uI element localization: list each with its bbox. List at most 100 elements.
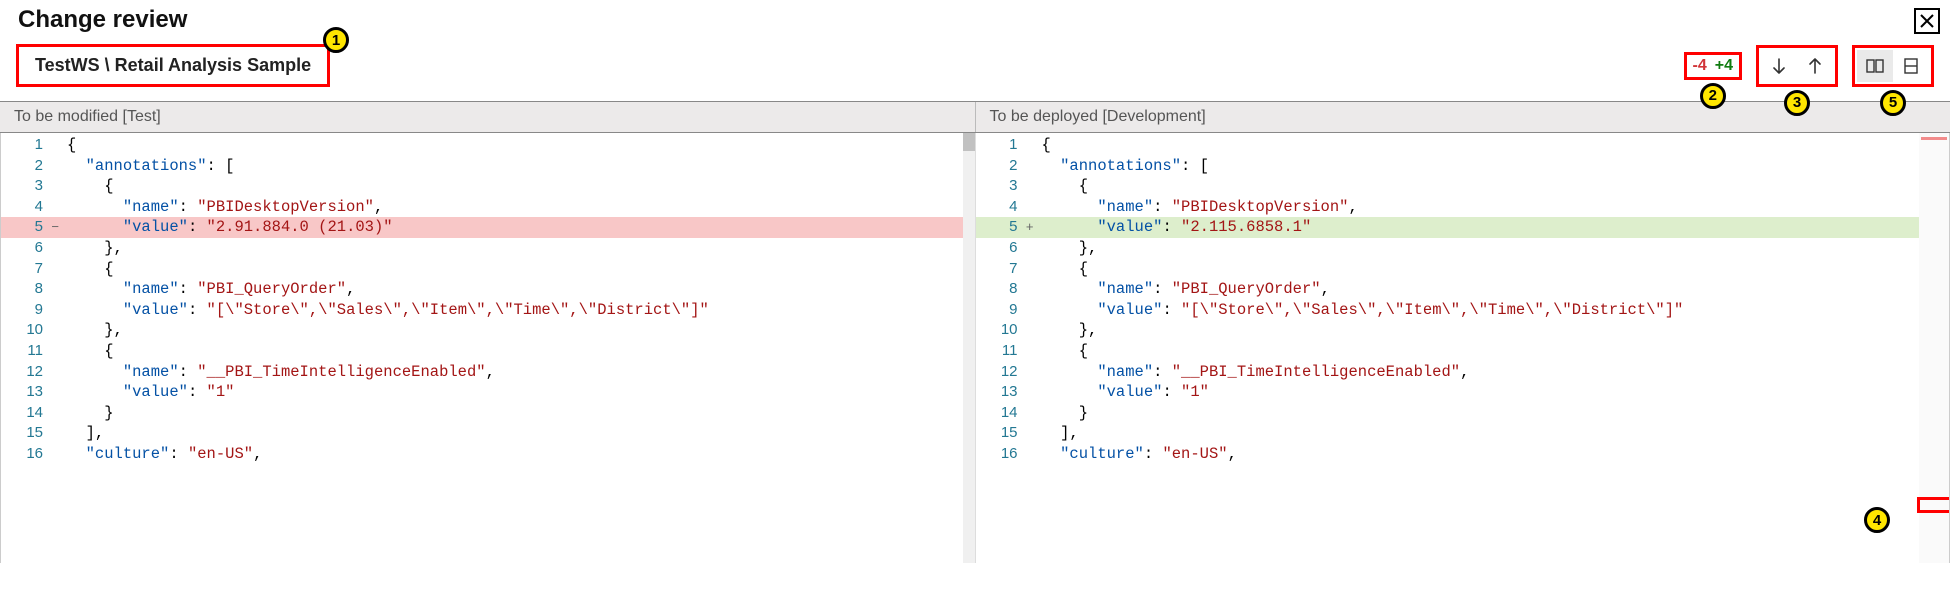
dialog-title: Change review xyxy=(0,0,1950,44)
callout-badge-5: 5 xyxy=(1880,90,1906,116)
lines-added-stat: +4 xyxy=(1711,57,1737,75)
line-number: 13 xyxy=(976,382,1038,403)
code-line: "name": "PBI_QueryOrder", xyxy=(63,279,975,300)
left-gutter: 12345−678910111213141516 xyxy=(1,133,63,465)
line-number: 14 xyxy=(976,403,1038,424)
side-by-side-icon xyxy=(1865,56,1885,76)
left-code: { "annotations": [ { "name": "PBIDesktop… xyxy=(63,133,975,465)
prev-change-button[interactable] xyxy=(1797,50,1833,82)
minus-marker: − xyxy=(51,217,59,238)
code-line: { xyxy=(1038,341,1950,362)
code-line: } xyxy=(1038,403,1950,424)
code-line: ], xyxy=(1038,423,1950,444)
line-number: 16 xyxy=(1,444,63,465)
minimap-change-marker xyxy=(1921,137,1947,140)
left-scrollbar[interactable] xyxy=(963,133,975,563)
callout-badge-4: 4 xyxy=(1864,507,1890,533)
code-line: "value": "2.115.6858.1" xyxy=(1038,217,1950,238)
side-by-side-view-button[interactable] xyxy=(1857,50,1893,82)
line-number: 11 xyxy=(1,341,63,362)
line-number: 2 xyxy=(976,156,1038,177)
code-line: "value": "[\"Store\",\"Sales\",\"Item\",… xyxy=(1038,300,1950,321)
lines-removed-stat: -4 xyxy=(1689,57,1711,75)
arrow-down-icon xyxy=(1769,56,1789,76)
code-line: "name": "__PBI_TimeIntelligenceEnabled", xyxy=(63,362,975,383)
line-number: 9 xyxy=(976,300,1038,321)
code-line: }, xyxy=(1038,320,1950,341)
left-code-pane[interactable]: 12345−678910111213141516 { "annotations"… xyxy=(1,133,975,563)
line-number: 5− xyxy=(1,217,63,238)
code-line: }, xyxy=(63,238,975,259)
line-number: 15 xyxy=(1,423,63,444)
line-number: 8 xyxy=(976,279,1038,300)
inline-icon xyxy=(1901,56,1921,76)
line-number: 3 xyxy=(1,176,63,197)
callout-badge-1: 1 xyxy=(323,27,349,53)
line-number: 12 xyxy=(1,362,63,383)
code-line: "culture": "en-US", xyxy=(1038,444,1950,465)
code-line: "name": "PBIDesktopVersion", xyxy=(63,197,975,218)
code-line: "value": "[\"Store\",\"Sales\",\"Item\",… xyxy=(63,300,975,321)
callout-badge-3: 3 xyxy=(1784,90,1810,116)
view-mode-group: 5 xyxy=(1852,45,1934,87)
line-number: 1 xyxy=(976,135,1038,156)
minimap-highlight-box xyxy=(1917,497,1949,513)
plus-marker: + xyxy=(1026,217,1034,238)
line-number: 7 xyxy=(1,259,63,280)
code-line: { xyxy=(1038,259,1950,280)
pane-headers: To be modified [Test] To be deployed [De… xyxy=(0,101,1950,133)
line-number: 12 xyxy=(976,362,1038,383)
line-number: 3 xyxy=(976,176,1038,197)
line-number: 8 xyxy=(1,279,63,300)
scrollbar-thumb[interactable] xyxy=(963,133,975,151)
diff-container: 12345−678910111213141516 { "annotations"… xyxy=(0,133,1950,563)
line-number: 9 xyxy=(1,300,63,321)
line-number: 4 xyxy=(976,197,1038,218)
arrow-up-icon xyxy=(1805,56,1825,76)
line-number: 14 xyxy=(1,403,63,424)
code-line: "name": "PBIDesktopVersion", xyxy=(1038,197,1950,218)
code-line: "annotations": [ xyxy=(1038,156,1950,177)
code-line: } xyxy=(63,403,975,424)
code-line: "name": "PBI_QueryOrder", xyxy=(1038,279,1950,300)
left-pane-title: To be modified [Test] xyxy=(0,102,976,132)
code-line: "culture": "en-US", xyxy=(63,444,975,465)
line-number: 11 xyxy=(976,341,1038,362)
line-number: 10 xyxy=(976,320,1038,341)
line-number: 7 xyxy=(976,259,1038,280)
line-number: 15 xyxy=(976,423,1038,444)
line-number: 1 xyxy=(1,135,63,156)
code-line: { xyxy=(63,135,975,156)
right-gutter: 12345+678910111213141516 xyxy=(976,133,1038,465)
breadcrumb: TestWS \ Retail Analysis Sample 1 xyxy=(16,44,330,87)
right-code: { "annotations": [ { "name": "PBIDesktop… xyxy=(1038,133,1950,465)
code-line: { xyxy=(1038,176,1950,197)
code-line: { xyxy=(63,176,975,197)
line-number: 5+ xyxy=(976,217,1038,238)
nav-arrows-group: 3 xyxy=(1756,45,1838,87)
code-line: }, xyxy=(1038,238,1950,259)
line-number: 16 xyxy=(976,444,1038,465)
right-code-pane[interactable]: 12345+678910111213141516 { "annotations"… xyxy=(976,133,1950,563)
diff-stats-group: -4 +4 2 xyxy=(1684,52,1742,80)
code-line: ], xyxy=(63,423,975,444)
next-change-button[interactable] xyxy=(1761,50,1797,82)
inline-view-button[interactable] xyxy=(1893,50,1929,82)
line-number: 2 xyxy=(1,156,63,177)
line-number: 4 xyxy=(1,197,63,218)
breadcrumb-text: TestWS \ Retail Analysis Sample xyxy=(35,55,311,75)
line-number: 6 xyxy=(976,238,1038,259)
code-line: "value": "2.91.884.0 (21.03)" xyxy=(63,217,975,238)
code-line: { xyxy=(63,259,975,280)
code-line: { xyxy=(63,341,975,362)
code-line: { xyxy=(1038,135,1950,156)
code-line: }, xyxy=(63,320,975,341)
code-line: "name": "__PBI_TimeIntelligenceEnabled", xyxy=(1038,362,1950,383)
close-button[interactable] xyxy=(1914,8,1940,34)
line-number: 10 xyxy=(1,320,63,341)
toolbar: TestWS \ Retail Analysis Sample 1 -4 +4 … xyxy=(0,44,1950,101)
line-number: 6 xyxy=(1,238,63,259)
close-icon xyxy=(1919,13,1935,29)
code-line: "value": "1" xyxy=(63,382,975,403)
code-line: "value": "1" xyxy=(1038,382,1950,403)
